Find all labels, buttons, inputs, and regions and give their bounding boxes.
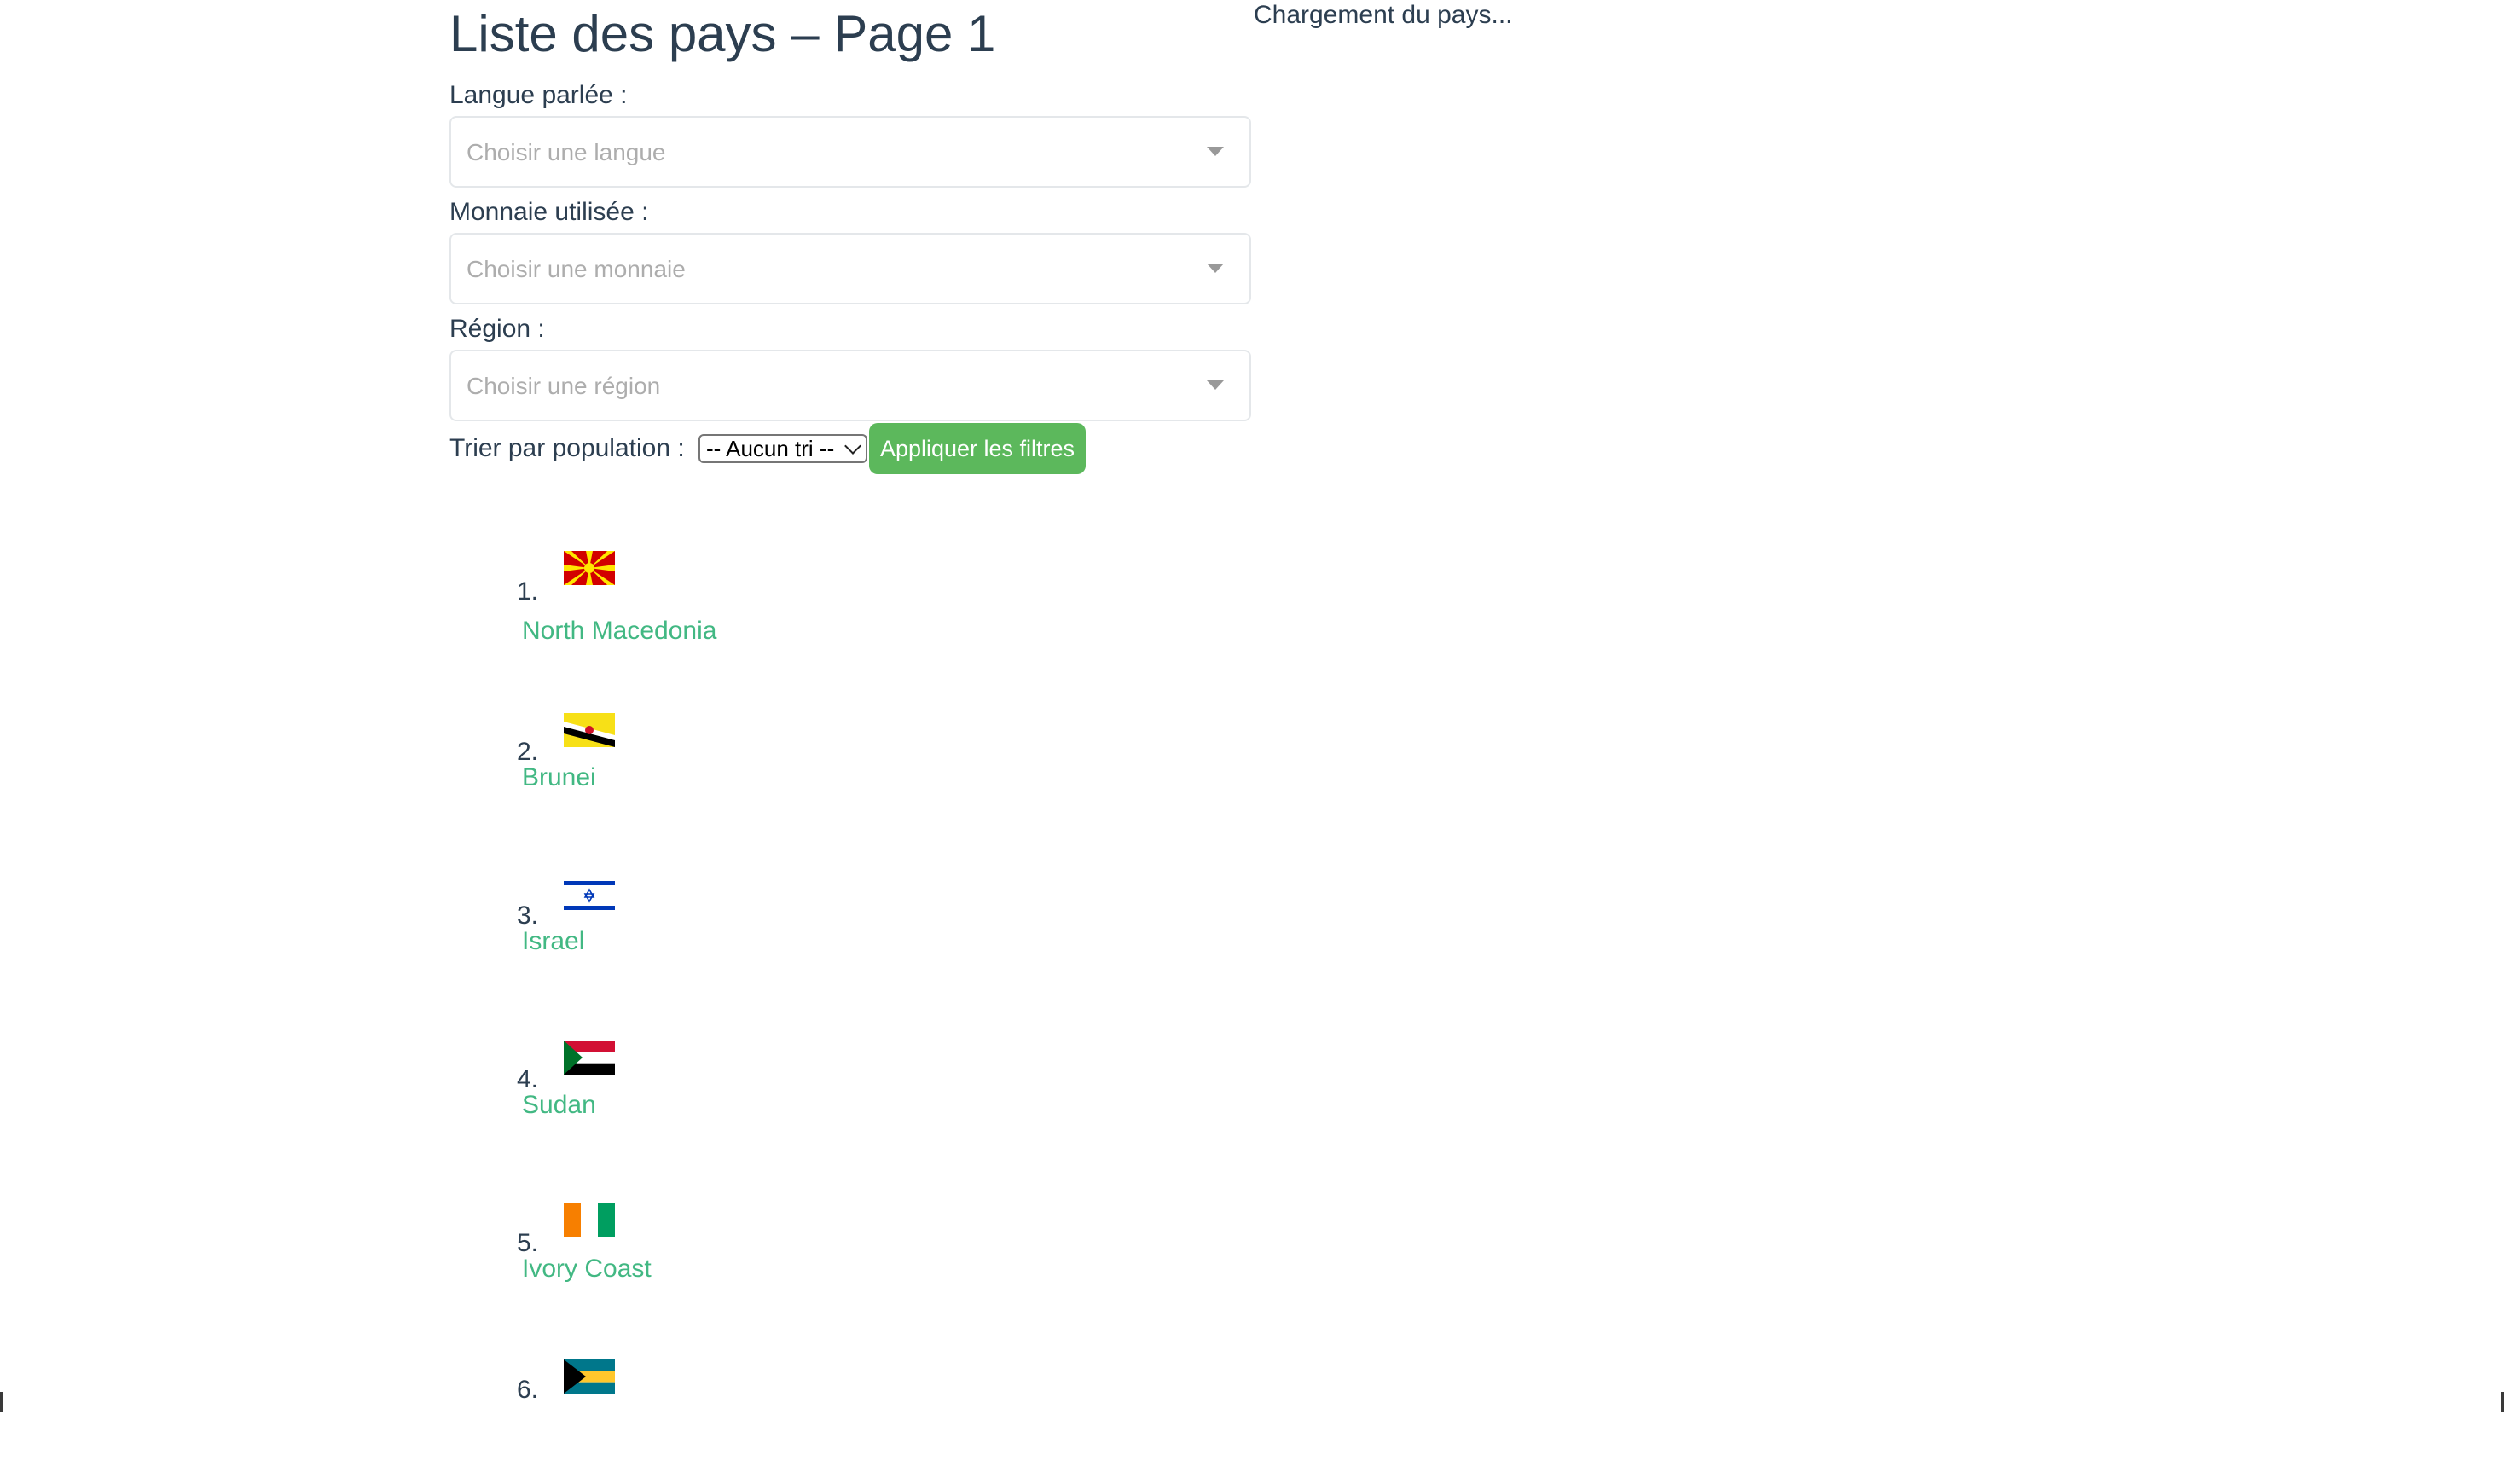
list-item: 6.	[449, 1359, 961, 1484]
brunei-flag-icon	[564, 713, 615, 747]
region-select[interactable]: Choisir une région	[449, 350, 1251, 421]
list-item: 5. Ivory Coast	[449, 1201, 961, 1320]
country-link[interactable]: North Macedonia	[522, 616, 716, 646]
item-number: 1.	[517, 577, 539, 606]
caret-down-icon	[1207, 147, 1224, 156]
country-link[interactable]: Israel	[522, 926, 584, 957]
country-link[interactable]: Sudan	[522, 1090, 596, 1121]
list-item: 4. Sudan	[449, 1037, 961, 1156]
country-link[interactable]: Ivory Coast	[522, 1254, 652, 1284]
region-label: Région :	[449, 315, 545, 343]
apply-filters-button[interactable]: Appliquer les filtres	[869, 423, 1086, 474]
caret-down-icon	[1207, 380, 1224, 390]
language-select[interactable]: Choisir une langue	[449, 116, 1251, 188]
window-corner-right	[2501, 1392, 2504, 1412]
sudan-flag-icon	[564, 1041, 615, 1075]
sort-row: Trier par population : -- Aucun tri -- A…	[449, 423, 1255, 474]
bahamas-flag-icon	[564, 1359, 615, 1394]
region-placeholder: Choisir une région	[467, 373, 661, 399]
caret-down-icon	[1207, 264, 1224, 273]
sort-selected-value: -- Aucun tri --	[706, 436, 835, 461]
language-label: Langue parlée :	[449, 81, 628, 109]
list-item: 1. North Macedonia	[449, 546, 961, 665]
israel-flag-icon	[564, 878, 615, 913]
page-title: Liste des pays – Page 1	[449, 5, 996, 62]
currency-select[interactable]: Choisir une monnaie	[449, 233, 1251, 304]
north-macedonia-flag-icon	[564, 551, 615, 585]
item-number: 6.	[517, 1376, 539, 1404]
list-item: 3. Israel	[449, 873, 961, 993]
window-corner-left	[0, 1392, 3, 1412]
ivory-coast-flag-icon	[564, 1203, 615, 1237]
currency-placeholder: Choisir une monnaie	[467, 256, 686, 282]
list-item: 2. Brunei	[449, 710, 961, 829]
language-placeholder: Choisir une langue	[467, 139, 666, 165]
sort-population-select[interactable]: -- Aucun tri --	[698, 434, 867, 463]
loading-status: Chargement du pays...	[1254, 1, 1513, 29]
country-link[interactable]: Brunei	[522, 762, 596, 793]
chevron-down-icon	[844, 438, 861, 455]
sort-label: Trier par population :	[449, 434, 685, 462]
currency-label: Monnaie utilisée :	[449, 198, 649, 226]
